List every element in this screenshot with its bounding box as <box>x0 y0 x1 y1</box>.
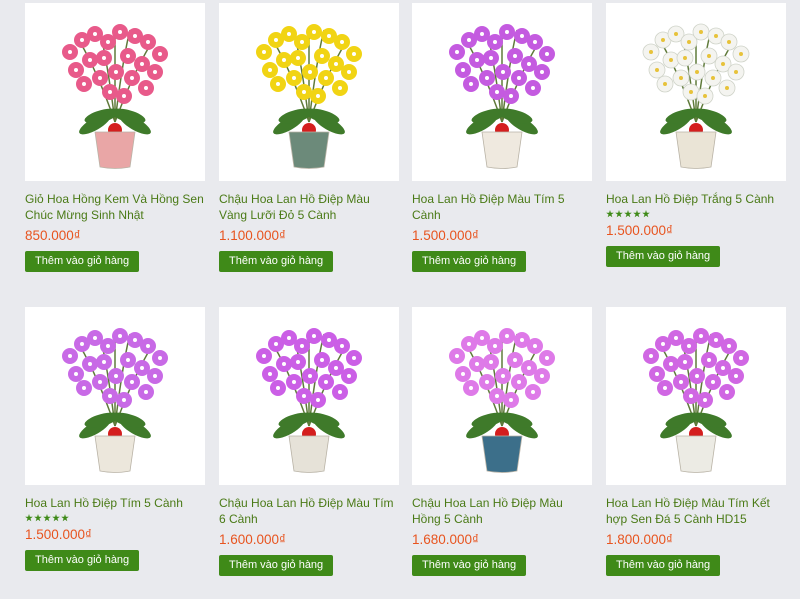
purple-orchid-pot-icon <box>62 328 168 473</box>
product-title[interactable]: Hoa Lan Hồ Điệp Tím 5 Cành <box>25 495 205 511</box>
add-to-cart-button[interactable]: Thêm vào giỏ hàng <box>219 251 334 272</box>
product-image[interactable] <box>219 3 399 181</box>
product-image[interactable] <box>25 307 205 485</box>
product-card: Hoa Lan Hồ Điệp Tím 5 Cành 1.500.000₫ Thêm… <box>25 307 205 571</box>
rating-stars <box>606 210 786 218</box>
star-icon <box>34 514 42 522</box>
product-image[interactable] <box>412 307 592 485</box>
product-image[interactable] <box>25 3 205 181</box>
star-icon <box>615 210 623 218</box>
product-title[interactable]: Giỏ Hoa Hồng Kem Và Hồng Sen Chúc Mừng S… <box>25 191 205 223</box>
product-title[interactable]: Chậu Hoa Lan Hồ Điệp Màu Vàng Lưỡi Đỏ 5 … <box>219 191 399 223</box>
star-icon <box>633 210 641 218</box>
add-to-cart-button[interactable]: Thêm vào giỏ hàng <box>25 550 140 571</box>
rating-stars <box>25 514 205 522</box>
product-price: 1.500.000₫ <box>25 527 92 542</box>
rose-basket-icon <box>62 24 168 169</box>
product-card: Chậu Hoa Lan Hồ Điệp Màu Hồng 5 Cành 1.68… <box>412 307 592 576</box>
product-price: 1.600.000₫ <box>219 532 286 547</box>
product-title[interactable]: Chậu Hoa Lan Hồ Điệp Màu Hồng 5 Cành <box>412 495 592 527</box>
product-card: Hoa Lan Hồ Điệp Màu Tím 5 Cành 1.500.000₫… <box>412 3 592 272</box>
product-card: Giỏ Hoa Hồng Kem Và Hồng Sen Chúc Mừng S… <box>25 3 205 272</box>
purple-orchid-pot-icon <box>449 24 555 169</box>
product-title[interactable]: Hoa Lan Hồ Điệp Trắng 5 Cành <box>606 191 786 207</box>
product-image[interactable] <box>606 3 786 181</box>
add-to-cart-button[interactable]: Thêm vào giỏ hàng <box>412 555 527 576</box>
star-icon <box>606 210 614 218</box>
star-icon <box>642 210 650 218</box>
orchid-succulent-pot-icon <box>643 328 749 473</box>
add-to-cart-button[interactable]: Thêm vào giỏ hàng <box>412 251 527 272</box>
add-to-cart-button[interactable]: Thêm vào giỏ hàng <box>219 555 334 576</box>
product-price: 1.500.000₫ <box>606 223 673 238</box>
product-price: 1.100.000₫ <box>219 228 286 243</box>
product-card: Chậu Hoa Lan Hồ Điệp Màu Tím 6 Cành 1.600… <box>219 307 399 576</box>
product-price: 1.800.000₫ <box>606 532 673 547</box>
product-price: 1.500.000₫ <box>412 228 479 243</box>
add-to-cart-button[interactable]: Thêm vào giỏ hàng <box>606 555 721 576</box>
product-title[interactable]: Chậu Hoa Lan Hồ Điệp Màu Tím 6 Cành <box>219 495 399 527</box>
product-price: 1.680.000₫ <box>412 532 479 547</box>
product-card: Hoa Lan Hồ Điệp Màu Tím Kết hợp Sen Đá 5… <box>606 307 786 576</box>
star-icon <box>624 210 632 218</box>
product-card: Hoa Lan Hồ Điệp Trắng 5 Cành 1.500.000₫ Th… <box>606 3 786 267</box>
product-image[interactable] <box>219 307 399 485</box>
add-to-cart-button[interactable]: Thêm vào giỏ hàng <box>606 246 721 267</box>
star-icon <box>52 514 60 522</box>
product-grid: Giỏ Hoa Hồng Kem Và Hồng Sen Chúc Mừng S… <box>0 0 800 599</box>
add-to-cart-button[interactable]: Thêm vào giỏ hàng <box>25 251 140 272</box>
star-icon <box>61 514 69 522</box>
yellow-orchid-pot-icon <box>256 24 362 169</box>
product-title[interactable]: Hoa Lan Hồ Điệp Màu Tím 5 Cành <box>412 191 592 223</box>
pink-orchid-pot-icon <box>449 328 555 473</box>
product-card: Chậu Hoa Lan Hồ Điệp Màu Vàng Lưỡi Đỏ 5 … <box>219 3 399 272</box>
product-image[interactable] <box>606 307 786 485</box>
product-title[interactable]: Hoa Lan Hồ Điệp Màu Tím Kết hợp Sen Đá 5… <box>606 495 786 527</box>
purple-orchid-pot-icon <box>256 328 362 473</box>
product-price: 850.000₫ <box>25 228 81 243</box>
star-icon <box>43 514 51 522</box>
product-image[interactable] <box>412 3 592 181</box>
white-orchid-pot-icon <box>642 23 750 169</box>
star-icon <box>25 514 33 522</box>
